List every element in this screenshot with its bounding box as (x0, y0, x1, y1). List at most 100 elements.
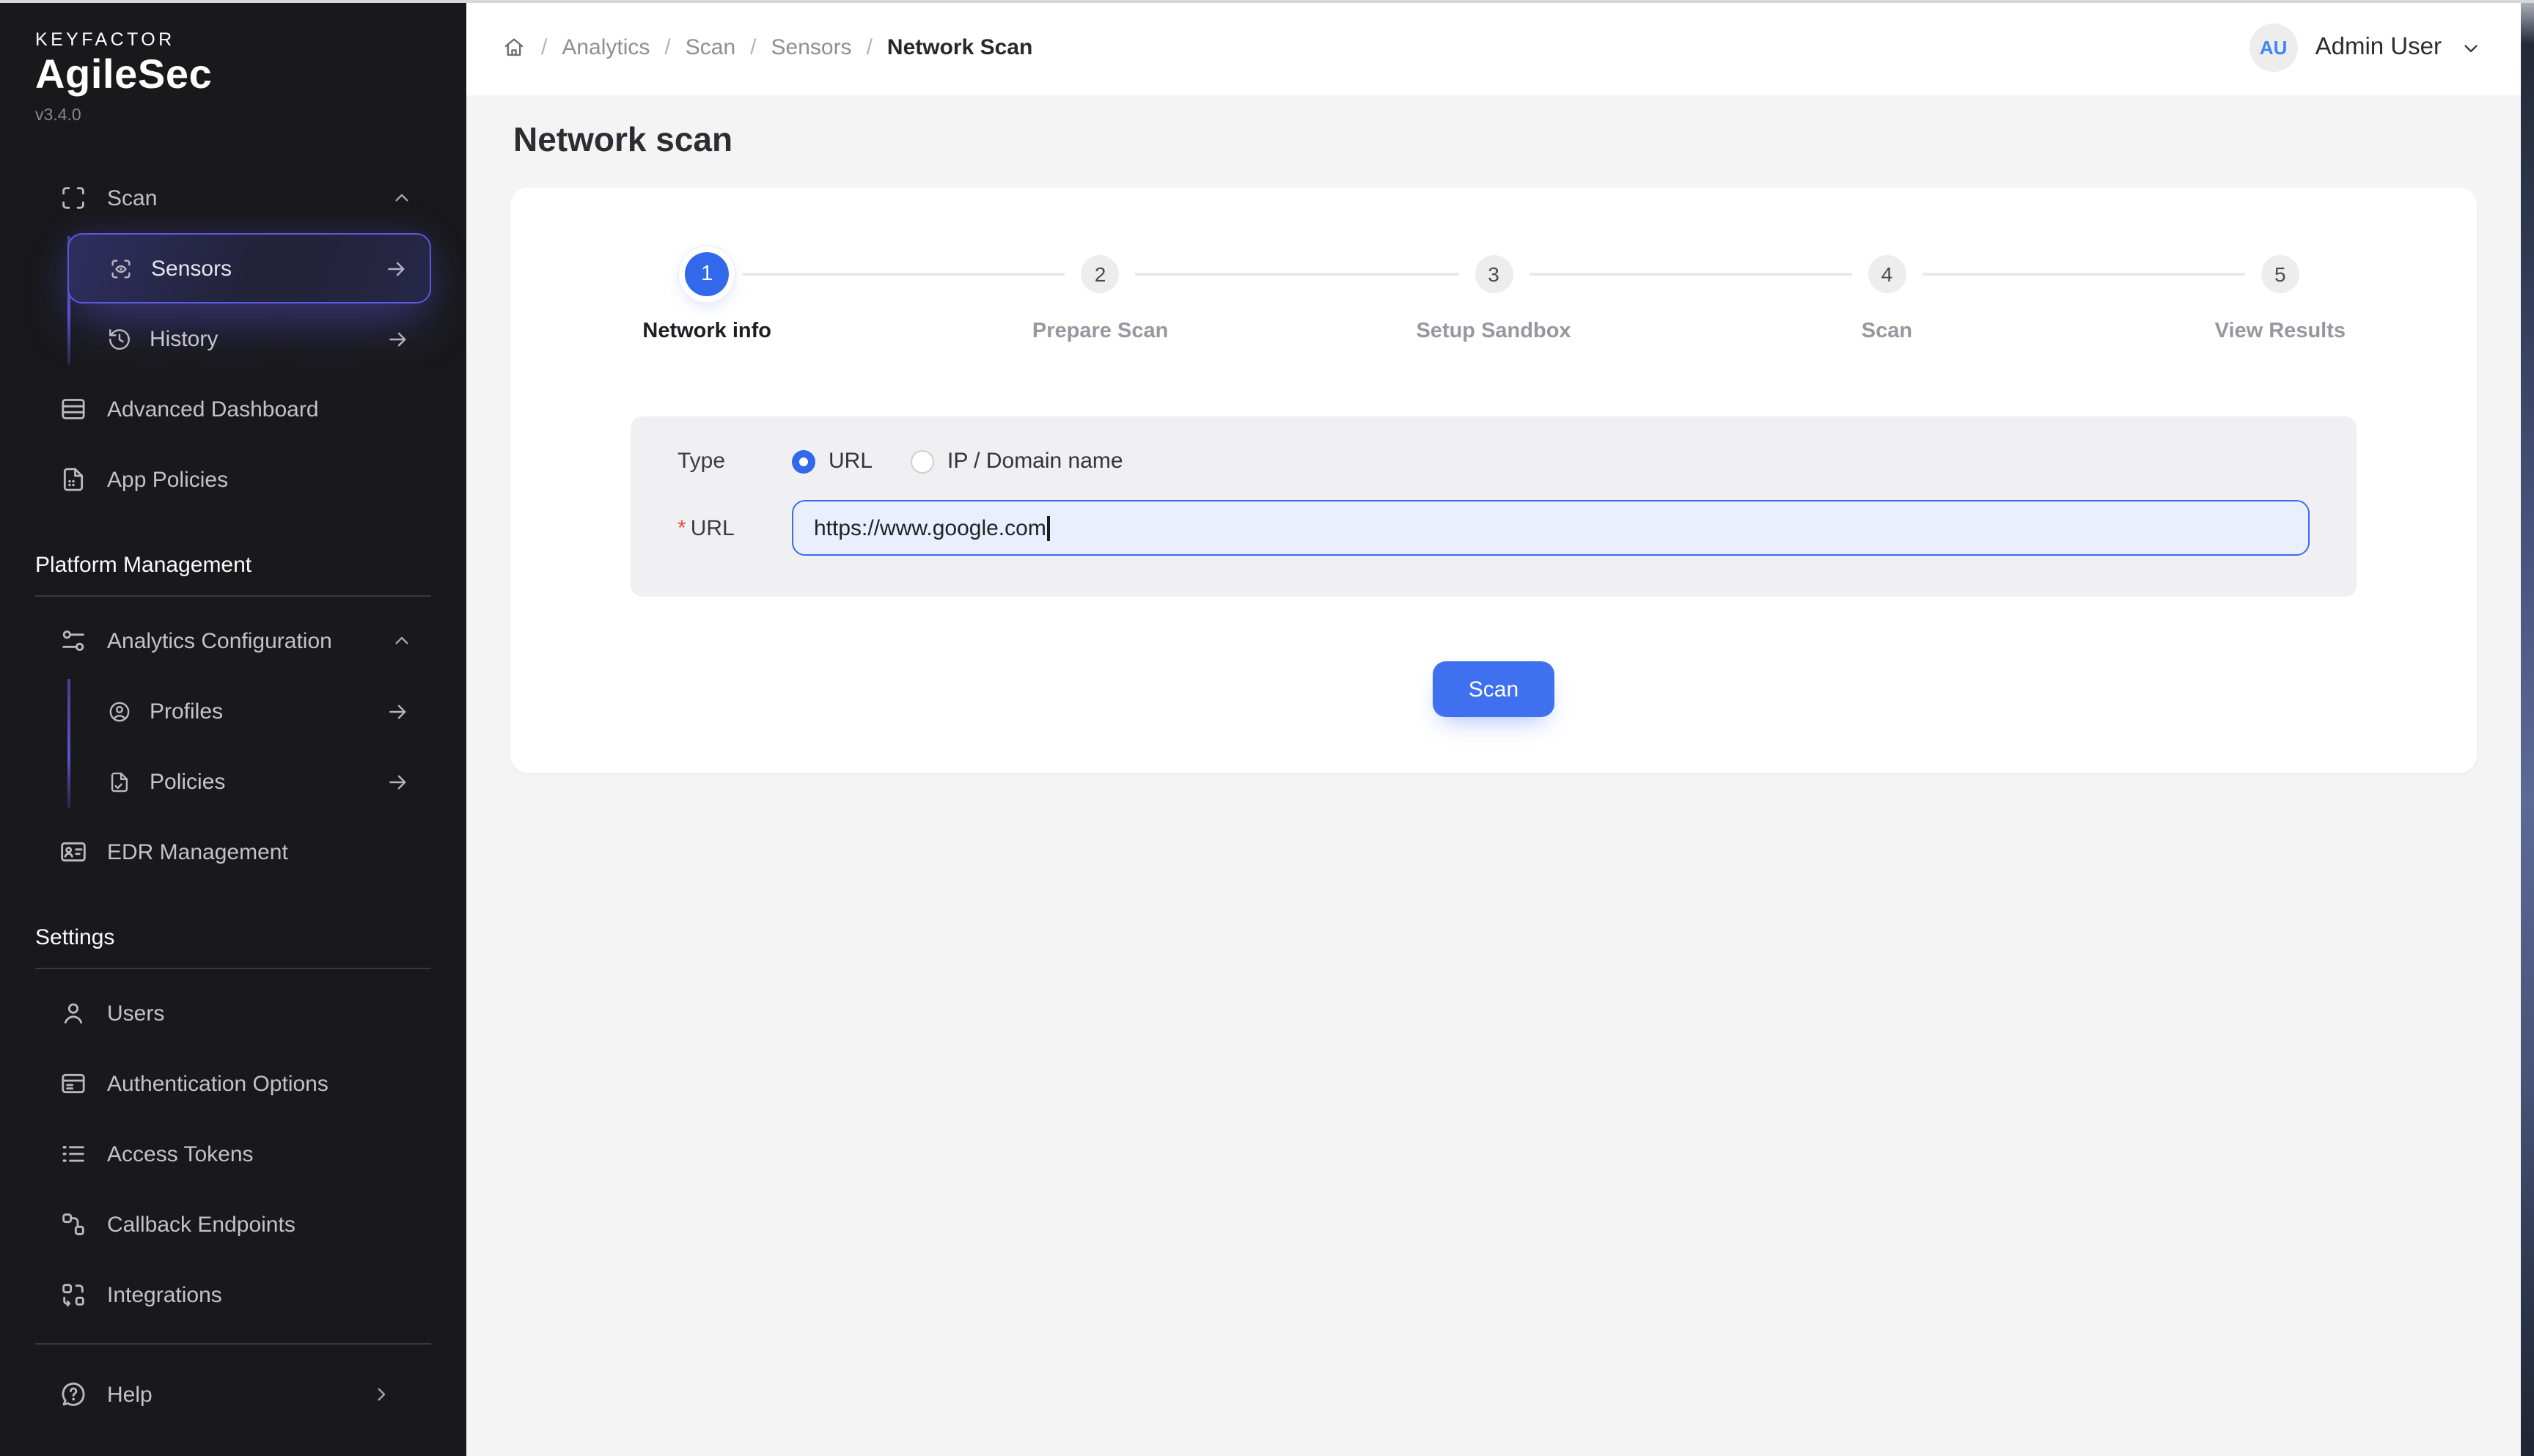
radio-selected[interactable] (792, 449, 815, 473)
breadcrumb-separator: / (541, 35, 547, 60)
sidebar-item-label: History (150, 326, 218, 351)
scan-eye-icon (109, 256, 133, 281)
avatar: AU (2250, 23, 2298, 72)
step-prepare-scan: 2 Prepare Scan (903, 252, 1296, 343)
auth-table-icon (59, 1069, 88, 1098)
brand-company: KEYFACTOR (35, 29, 431, 50)
url-field-wrap: https://www.google.com (792, 500, 2310, 556)
scan-subnav: Sensors History (35, 233, 431, 374)
scan-frame-icon (59, 183, 88, 213)
desktop-edge-strip (2521, 0, 2534, 1456)
step-number: 2 (1081, 255, 1120, 293)
url-input[interactable]: https://www.google.com (792, 500, 2310, 556)
step-dot-wrap: 4 (1868, 252, 1906, 296)
breadcrumb-separator: / (664, 35, 670, 60)
arrow-right-icon (384, 256, 409, 281)
sidebar-item-label: Policies (150, 769, 225, 794)
user-menu[interactable]: AU Admin User (2250, 23, 2483, 72)
sidebar-item-label: Sensors (151, 256, 232, 281)
scan-form-panel: Type URL IP / Domain name (631, 416, 2357, 597)
analytics-subnav: Profiles Policies (35, 676, 431, 817)
main-area: / Analytics / Scan / Sensors / Network S… (466, 0, 2521, 1456)
breadcrumb-item-scan[interactable]: Scan (686, 35, 735, 60)
integrations-icon (59, 1280, 88, 1309)
url-label-text: URL (691, 515, 735, 540)
sidebar-item-advanced-dashboard[interactable]: Advanced Dashboard (35, 374, 431, 444)
home-icon[interactable] (502, 35, 526, 60)
sidebar-item-app-policies[interactable]: App Policies (35, 444, 431, 515)
sidebar-item-help[interactable]: Help (35, 1359, 431, 1430)
sidebar-item-label: Scan (107, 185, 371, 210)
user-name: Admin User (2316, 34, 2442, 62)
sidebar-item-profiles[interactable]: Profiles (67, 676, 431, 746)
sidebar-item-analytics-configuration[interactable]: Analytics Configuration (35, 606, 431, 676)
sidebar-help-block: Help (35, 1343, 431, 1430)
top-bar: / Analytics / Scan / Sensors / Network S… (466, 0, 2521, 95)
sidebar-item-authentication-options[interactable]: Authentication Options (35, 1048, 431, 1119)
sidebar-item-sensors[interactable]: Sensors (67, 233, 431, 304)
sidebar-item-edr-management[interactable]: EDR Management (35, 817, 431, 887)
step-dot-wrap: 2 (1081, 252, 1120, 296)
breadcrumb: / Analytics / Scan / Sensors / Network S… (502, 35, 1032, 60)
step-label: Scan (1862, 320, 1912, 343)
step-number: 1 (685, 252, 729, 296)
endpoints-icon (59, 1210, 88, 1239)
step-label: Network info (642, 320, 771, 343)
agilesec-app: KEYFACTOR AgileSec v3.4.0 Scan (0, 0, 2534, 1456)
help-icon (59, 1380, 88, 1409)
step-scan: 4 Scan (1690, 252, 2083, 343)
window-top-edge (0, 0, 2534, 3)
radio-option-url[interactable]: URL (792, 449, 873, 474)
step-dot-wrap: 3 (1475, 252, 1513, 296)
page-title: Network scan (513, 120, 2477, 160)
arrow-right-icon (386, 326, 411, 351)
sidebar-section-settings: Settings (35, 925, 431, 950)
sidebar-item-label: Callback Endpoints (107, 1212, 428, 1237)
text-caret (1048, 515, 1050, 540)
sidebar-item-label: App Policies (107, 467, 428, 492)
step-network-info: 1 Network info (510, 252, 903, 343)
chevron-up-icon (390, 186, 414, 210)
sidebar-item-label: Advanced Dashboard (107, 397, 428, 422)
sidebar-item-scan[interactable]: Scan (35, 163, 431, 233)
url-input-value: https://www.google.com (814, 515, 1046, 540)
step-label: Prepare Scan (1032, 320, 1168, 343)
step-setup-sandbox: 3 Setup Sandbox (1297, 252, 1690, 343)
brand-product: AgileSec (35, 51, 431, 98)
sidebar-divider (35, 1343, 431, 1345)
sliders-icon (59, 626, 88, 655)
step-number: 5 (2261, 255, 2299, 293)
app-window: KEYFACTOR AgileSec v3.4.0 Scan (0, 0, 2534, 1456)
sidebar-item-label: Access Tokens (107, 1141, 428, 1166)
radio-unselected[interactable] (911, 449, 934, 473)
sidebar-item-users[interactable]: Users (35, 978, 431, 1048)
sidebar-item-label: Analytics Configuration (107, 628, 371, 653)
radio-label: IP / Domain name (947, 449, 1123, 474)
sidebar-item-label: Profiles (150, 699, 223, 724)
radio-label: URL (829, 449, 873, 474)
sidebar-item-callback-endpoints[interactable]: Callback Endpoints (35, 1189, 431, 1260)
chevron-down-icon (2459, 36, 2483, 59)
radio-option-ip-domain[interactable]: IP / Domain name (911, 449, 1123, 474)
id-card-icon (59, 837, 88, 867)
type-row: Type URL IP / Domain name (677, 449, 2310, 474)
step-label: View Results (2215, 320, 2346, 343)
scan-button[interactable]: Scan (1433, 661, 1554, 717)
sidebar-nav: Scan Sensors (35, 163, 431, 1430)
sidebar-item-policies[interactable]: Policies (67, 746, 431, 817)
sidebar-item-label: Integrations (107, 1282, 428, 1307)
breadcrumb-current: Network Scan (887, 35, 1032, 60)
sidebar-item-history[interactable]: History (67, 304, 431, 374)
network-scan-card: 1 Network info 2 Prepare Scan 3 Setup Sa… (510, 188, 2477, 773)
sidebar-item-integrations[interactable]: Integrations (35, 1260, 431, 1330)
sidebar-item-label: EDR Management (107, 839, 428, 864)
breadcrumb-item-sensors[interactable]: Sensors (771, 35, 852, 60)
step-label: Setup Sandbox (1416, 320, 1571, 343)
sidebar-item-access-tokens[interactable]: Access Tokens (35, 1119, 431, 1189)
brand-version: v3.4.0 (35, 107, 431, 125)
breadcrumb-item-analytics[interactable]: Analytics (562, 35, 650, 60)
sidebar: KEYFACTOR AgileSec v3.4.0 Scan (0, 0, 466, 1456)
sidebar-item-label: Users (107, 1001, 428, 1026)
sidebar-section-platform-management: Platform Management (35, 553, 431, 578)
arrow-right-icon (386, 769, 411, 794)
